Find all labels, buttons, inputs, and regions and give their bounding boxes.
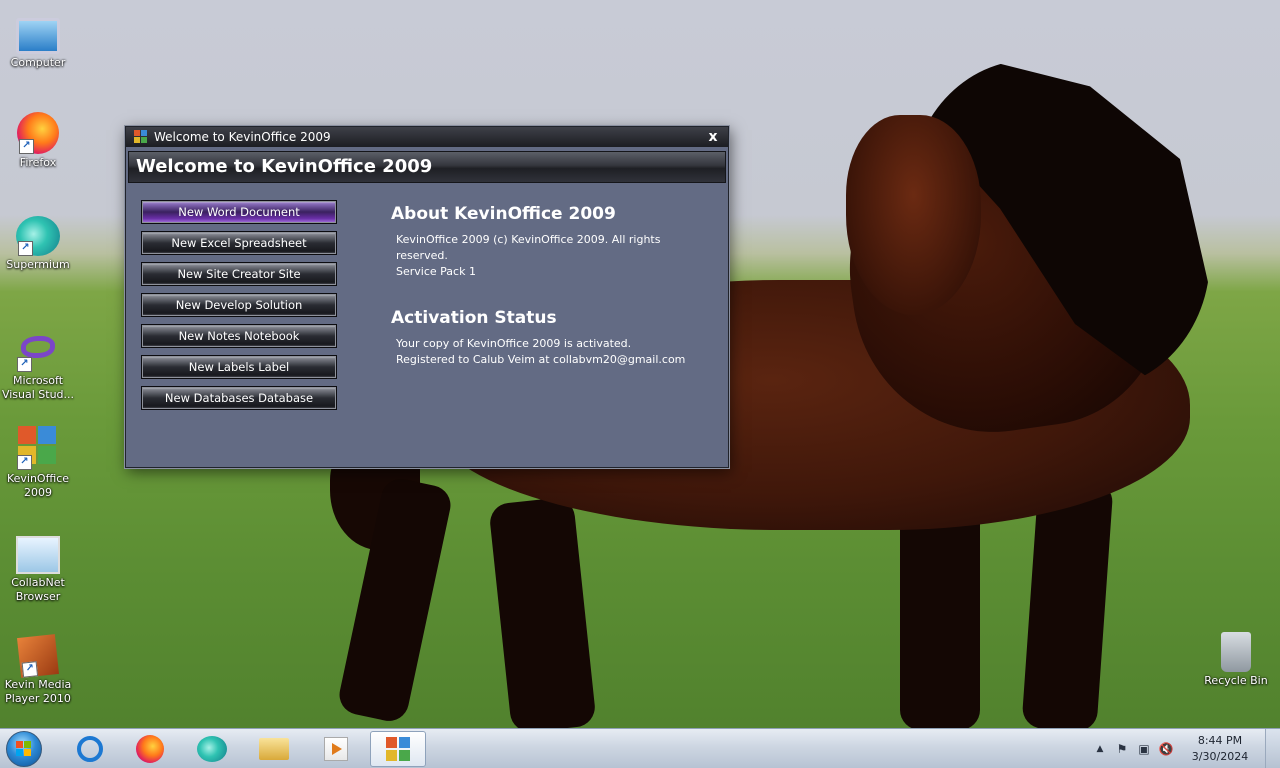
recycle-bin-icon	[1221, 632, 1251, 672]
new-labels-label-button[interactable]: New Labels Label	[141, 355, 337, 379]
activation-registered-to: Registered to Calub Veim at collabvm20@g…	[396, 353, 686, 366]
about-copyright: KevinOffice 2009 (c) KevinOffice 2009. A…	[396, 233, 661, 262]
computer-icon	[16, 18, 60, 54]
taskbar-supermium[interactable]	[184, 731, 240, 767]
firefox-icon: ↗	[17, 112, 59, 154]
desktop-icon-label: Microsoft Visual Stud...	[1, 374, 75, 401]
clock[interactable]: 8:44 PM 3/30/2024	[1181, 733, 1259, 765]
supermium-icon: ↗	[16, 216, 60, 256]
new-site-creator-site-button[interactable]: New Site Creator Site	[141, 262, 337, 286]
action-center-flag-icon[interactable]: ⚑	[1111, 742, 1133, 756]
window-title: Welcome to KevinOffice 2009	[154, 130, 331, 144]
about-heading: About KevinOffice 2009	[391, 204, 616, 224]
shortcut-arrow-icon: ↗	[21, 661, 39, 678]
volume-muted-icon[interactable]: 🔇	[1155, 742, 1177, 756]
internet-explorer-icon	[77, 736, 103, 762]
taskbar-firefox[interactable]	[122, 731, 178, 767]
desktop-icon-label: Recycle Bin	[1204, 674, 1268, 687]
about-service-pack: Service Pack 1	[396, 265, 476, 278]
desktop-icon-recycle-bin[interactable]: Recycle Bin	[1198, 632, 1274, 688]
wallpaper-horse-head	[846, 115, 981, 315]
desktop: Computer ↗ Firefox ↗ Supermium ↗ Microso…	[0, 0, 1280, 768]
system-tray: ▲ ⚑ ▣ 🔇 8:44 PM 3/30/2024	[1089, 729, 1280, 768]
visual-studio-icon: ↗	[15, 326, 61, 372]
desktop-icon-label: Supermium	[6, 258, 70, 271]
wallpaper-horse-leg	[1021, 477, 1114, 733]
new-databases-database-button[interactable]: New Databases Database	[141, 386, 337, 410]
new-notes-notebook-button[interactable]: New Notes Notebook	[141, 324, 337, 348]
shortcut-arrow-icon: ↗	[17, 455, 32, 470]
new-document-actions: New Word Document New Excel Spreadsheet …	[141, 200, 337, 417]
wallpaper-horse-leg	[488, 496, 597, 734]
supermium-icon	[197, 736, 227, 762]
taskbar-internet-explorer[interactable]	[62, 731, 118, 767]
activation-heading: Activation Status	[391, 308, 557, 328]
window-titlebar[interactable]: Welcome to KevinOffice 2009 x	[126, 127, 728, 147]
desktop-icon-computer[interactable]: Computer	[0, 10, 76, 70]
desktop-icon-label: CollabNet Browser	[11, 576, 65, 603]
new-word-document-button[interactable]: New Word Document	[141, 200, 337, 224]
desktop-icon-firefox[interactable]: ↗ Firefox	[0, 112, 76, 170]
desktop-icon-kevin-media-player[interactable]: ↗ Kevin Media Player 2010	[0, 634, 76, 706]
desktop-icon-kevinoffice[interactable]: ↗ KevinOffice 2009	[0, 424, 76, 500]
folder-icon	[259, 738, 289, 760]
taskbar-kevinoffice[interactable]	[370, 731, 426, 767]
shortcut-arrow-icon: ↗	[17, 357, 32, 372]
desktop-icon-supermium[interactable]: ↗ Supermium	[0, 216, 76, 272]
new-develop-solution-button[interactable]: New Develop Solution	[141, 293, 337, 317]
desktop-icon-collabnet-browser[interactable]: CollabNet Browser	[0, 530, 76, 604]
new-excel-spreadsheet-button[interactable]: New Excel Spreadsheet	[141, 231, 337, 255]
shortcut-arrow-icon: ↗	[18, 241, 33, 256]
show-desktop-button[interactable]	[1265, 729, 1280, 768]
kevin-media-player-icon: ↗	[17, 634, 59, 678]
desktop-icon-label: Kevin Media Player 2010	[4, 678, 72, 705]
desktop-icon-visual-studio[interactable]: ↗ Microsoft Visual Stud...	[0, 326, 76, 402]
start-button[interactable]	[6, 731, 42, 767]
clock-time: 8:44 PM	[1197, 734, 1243, 747]
welcome-banner: Welcome to KevinOffice 2009	[128, 151, 726, 183]
shortcut-arrow-icon: ↗	[19, 139, 34, 154]
show-hidden-icons-icon[interactable]: ▲	[1089, 744, 1111, 754]
collabnet-browser-icon	[16, 536, 60, 574]
windows-logo-icon	[16, 741, 32, 757]
media-player-icon	[324, 737, 348, 761]
taskbar: ▲ ⚑ ▣ 🔇 8:44 PM 3/30/2024	[0, 728, 1280, 768]
kevinoffice-icon	[385, 736, 411, 762]
firefox-icon	[136, 735, 164, 763]
desktop-icon-label: Computer	[10, 56, 66, 69]
kevinoffice-icon	[134, 130, 148, 144]
close-icon[interactable]: x	[704, 128, 722, 146]
taskbar-file-explorer[interactable]	[246, 731, 302, 767]
desktop-icon-label: KevinOffice 2009	[6, 472, 70, 499]
welcome-window: Welcome to KevinOffice 2009 x Welcome to…	[125, 126, 729, 468]
info-panel: About KevinOffice 2009 KevinOffice 2009 …	[391, 204, 711, 368]
taskbar-media-player[interactable]	[308, 731, 364, 767]
desktop-icon-label: Firefox	[19, 156, 57, 169]
network-icon[interactable]: ▣	[1133, 742, 1155, 756]
activation-status: Your copy of KevinOffice 2009 is activat…	[396, 337, 632, 350]
kevinoffice-icon: ↗	[15, 424, 61, 470]
clock-date: 3/30/2024	[1191, 750, 1249, 763]
